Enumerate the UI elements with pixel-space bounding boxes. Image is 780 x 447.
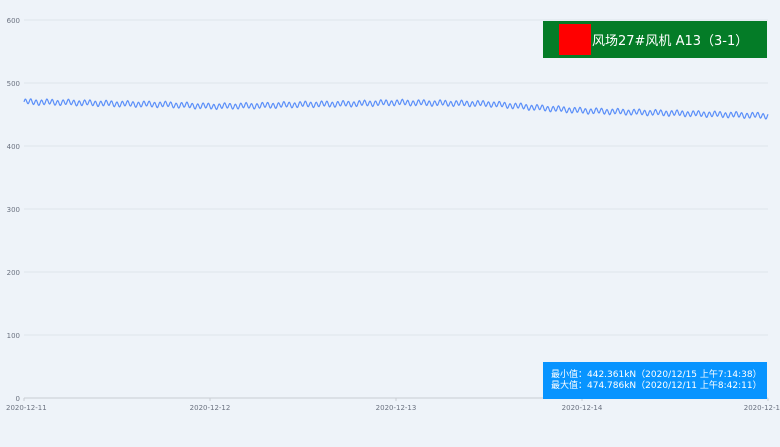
y-tick-label: 600 [7,17,20,25]
y-tick-label: 0 [16,395,20,403]
chart-title: 风场27#风机 A13（3-1） [592,34,749,49]
x-axis: 2020-12-11 2020-12-12 2020-12-13 2020-12-14… [6,398,780,412]
x-tick-label: 2020-12-14 [562,404,603,412]
max-value-label: 最大值：474.786kN（2020/12/11 上午8:42:11） [551,381,762,391]
x-tick-label: 2020-12-1 [744,404,780,412]
series-layer [23,98,769,120]
series-line [23,98,769,120]
x-tick-label: 2020-12-13 [376,404,417,412]
y-axis: 0 100 200 300 400 500 600 [7,17,20,403]
y-tick-label: 200 [7,269,20,277]
grid-lines [24,19,768,399]
x-tick-label: 2020-12-12 [190,404,231,412]
redaction-block [559,24,591,55]
y-tick-label: 400 [7,143,20,151]
stats-box: 最小值：442.361kN（2020/12/15 上午7:14:38） 最大值：… [543,362,767,399]
min-value-label: 最小值：442.361kN（2020/12/15 上午7:14:38） [551,370,762,380]
y-tick-label: 300 [7,206,20,214]
chart-title-box: 风场27#风机 A13（3-1） [543,21,767,58]
y-tick-label: 100 [7,332,20,340]
y-tick-label: 500 [7,80,20,88]
x-tick-label: 2020-12-11 [6,404,47,412]
